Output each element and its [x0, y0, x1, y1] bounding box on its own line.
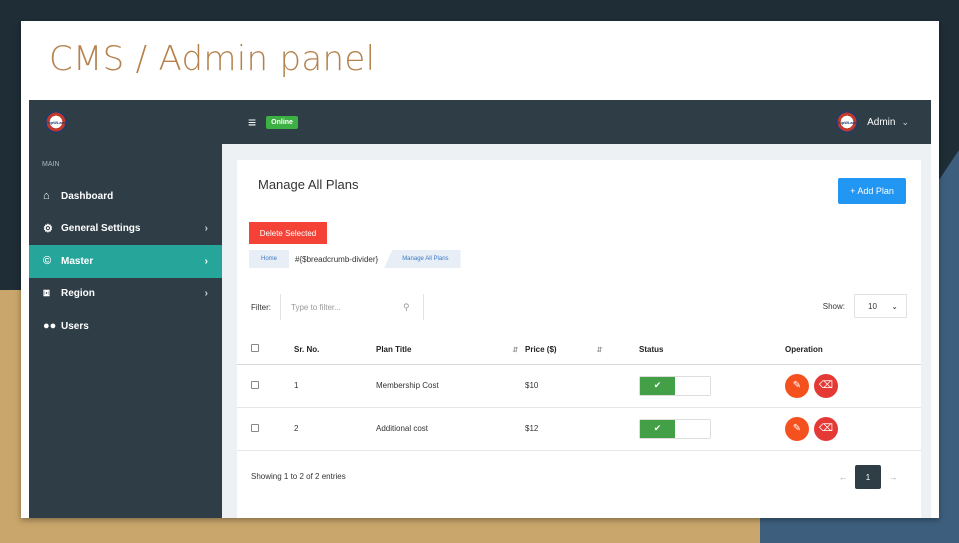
- chevron-down-icon: ⌄: [891, 301, 898, 311]
- page-title: Manage All Plans: [258, 177, 359, 192]
- user-name: Admin: [867, 116, 896, 128]
- table-row: 1 Membership Cost $10 ✔ ✎ ⌫: [237, 364, 921, 408]
- header-price[interactable]: Price ($) ⇵: [525, 335, 639, 365]
- select-all-checkbox[interactable]: [251, 344, 259, 353]
- satellite-icon: ⧈: [43, 287, 50, 300]
- add-plan-button[interactable]: + Add Plan: [838, 178, 906, 204]
- header-label: Sr. No.: [294, 344, 320, 354]
- logo-text: TripWLane: [45, 119, 67, 125]
- content-card: Manage All Plans + Add Plan Delete Selec…: [237, 160, 921, 518]
- brand[interactable]: TripWLane: [29, 100, 222, 144]
- filter-label: Filter:: [251, 302, 271, 312]
- header-label: Price ($): [525, 344, 557, 354]
- sort-icon[interactable]: ⇵: [512, 347, 518, 354]
- page-1-button[interactable]: 1: [855, 465, 881, 489]
- sidebar: MAIN ⌂ Dashboard ⚙ General Settings › © …: [29, 144, 222, 518]
- gear-icon: ⚙: [43, 223, 53, 236]
- cell-plan-title: Additional cost: [376, 407, 525, 451]
- edit-icon[interactable]: ✎: [785, 416, 809, 441]
- slide-title: CMS / Admin panel: [49, 39, 376, 79]
- header-plan-title[interactable]: Plan Title ⇵: [376, 335, 525, 365]
- chevron-right-icon: ›: [204, 255, 208, 267]
- hamburger-icon[interactable]: ≡: [248, 114, 256, 130]
- background-gold-band: [0, 515, 790, 543]
- table-header-row: Sr. No. Plan Title ⇵ Price ($) ⇵ Status Op…: [237, 335, 921, 365]
- avatar: TripWLane: [836, 111, 859, 133]
- cell-plan-title: Membership Cost: [376, 364, 525, 408]
- breadcrumb-divider: #{$breadcrumb-divider}: [295, 254, 379, 264]
- sidebar-item-label: General Settings: [61, 223, 141, 235]
- header-label: Plan Title: [376, 344, 412, 354]
- page-size-value: 10: [868, 301, 877, 311]
- home-icon: ⌂: [43, 190, 50, 203]
- cell-sr-no: 2: [294, 407, 376, 451]
- cell-price: $10: [525, 364, 639, 408]
- status-toggle[interactable]: ✔: [639, 375, 711, 396]
- chevron-right-icon: ›: [204, 223, 208, 235]
- sidebar-item-label: Region: [61, 288, 95, 300]
- cell-operation: ✎ ⌫: [785, 407, 921, 451]
- header-operation: Operation: [785, 335, 921, 365]
- sort-icon[interactable]: ⇵: [597, 347, 603, 354]
- page-size-select[interactable]: 10 ⌄: [854, 294, 907, 318]
- sidebar-item-general-settings[interactable]: ⚙ General Settings ›: [29, 213, 222, 246]
- delete-selected-button[interactable]: Delete Selected: [249, 222, 327, 244]
- search-icon[interactable]: ⚲: [403, 302, 410, 313]
- sidebar-item-region[interactable]: ⧈ Region ›: [29, 278, 222, 311]
- edit-icon[interactable]: ✎: [785, 373, 809, 398]
- topbar: TripWLane ≡ Online TripWLane Admin ⌄: [29, 100, 931, 144]
- prev-page-arrow[interactable]: ←: [831, 472, 855, 482]
- row-select-cell: [237, 407, 294, 451]
- avatar-text: TripWLane: [836, 119, 858, 125]
- admin-app: TripWLane ≡ Online TripWLane Admin ⌄ MAI…: [29, 100, 931, 518]
- status-toggle[interactable]: ✔: [639, 418, 711, 439]
- pagination: ← 1 →: [831, 465, 905, 489]
- sidebar-item-dashboard[interactable]: ⌂ Dashboard: [29, 180, 222, 213]
- filter-input[interactable]: [291, 302, 403, 312]
- breadcrumb-home[interactable]: Home: [249, 250, 290, 268]
- check-icon: ✔: [640, 376, 675, 395]
- user-menu[interactable]: TripWLane Admin ⌄: [836, 111, 931, 133]
- copyright-icon: ©: [43, 255, 52, 268]
- select-all-cell: [237, 335, 294, 365]
- show-entries: Show: 10 ⌄: [823, 294, 907, 318]
- chevron-down-icon: ⌄: [901, 116, 909, 127]
- eraser-icon[interactable]: ⌫: [814, 416, 838, 441]
- logo: TripWLane: [45, 111, 67, 133]
- plans-table: Sr. No. Plan Title ⇵ Price ($) ⇵ Status Op…: [237, 335, 921, 451]
- sidebar-item-users[interactable]: ●● Users: [29, 310, 222, 343]
- next-page-arrow[interactable]: →: [881, 472, 905, 482]
- sidebar-section-label: MAIN: [42, 161, 60, 168]
- header-label: Operation: [785, 344, 823, 354]
- sidebar-item-master[interactable]: © Master ›: [29, 245, 222, 278]
- check-icon: ✔: [640, 419, 675, 438]
- cell-status: ✔: [639, 407, 785, 451]
- row-select-cell: [237, 364, 294, 408]
- cell-operation: ✎ ⌫: [785, 364, 921, 408]
- filter-box: ⚲: [280, 294, 424, 320]
- row-checkbox[interactable]: [251, 380, 259, 389]
- filter-row: Filter: ⚲: [251, 294, 424, 320]
- eraser-icon[interactable]: ⌫: [814, 373, 838, 398]
- users-icon: ●●: [43, 320, 57, 333]
- show-label: Show:: [822, 301, 845, 311]
- header-sr-no: Sr. No.: [294, 335, 376, 365]
- table-row: 2 Additional cost $12 ✔ ✎ ⌫: [237, 407, 921, 451]
- breadcrumb: Home #{$breadcrumb-divider} Manage All P…: [249, 250, 461, 268]
- header-status: Status: [639, 335, 785, 365]
- status-badge: Online: [266, 115, 298, 129]
- breadcrumb-current: Manage All Plans: [384, 250, 461, 268]
- cell-sr-no: 1: [294, 364, 376, 408]
- chevron-right-icon: ›: [204, 288, 208, 300]
- cell-status: ✔: [639, 364, 785, 408]
- entries-info: Showing 1 to 2 of 2 entries: [251, 472, 346, 481]
- sidebar-item-label: Users: [61, 320, 89, 332]
- cell-price: $12: [525, 407, 639, 451]
- sidebar-item-label: Master: [61, 255, 94, 267]
- sidebar-item-label: Dashboard: [61, 190, 114, 202]
- slide-card: CMS / Admin panel TripWLane ≡ Online Tri…: [21, 21, 939, 518]
- header-label: Status: [639, 344, 664, 354]
- row-checkbox[interactable]: [251, 423, 259, 432]
